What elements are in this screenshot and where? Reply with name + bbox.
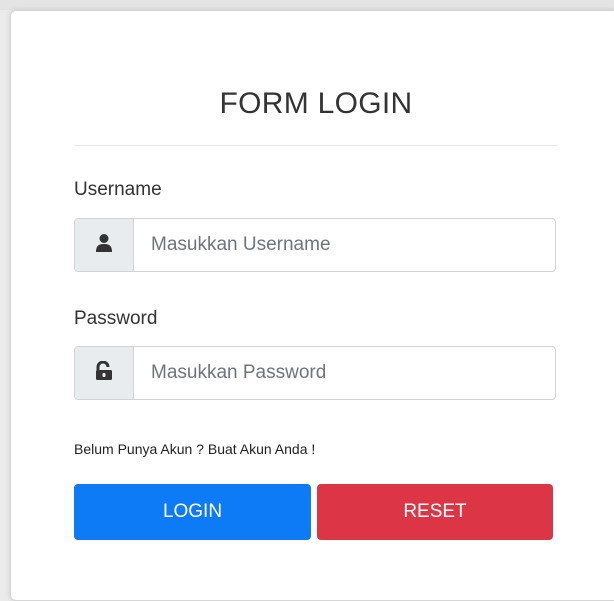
login-button[interactable]: LOGIN — [74, 484, 311, 540]
page-top-shade — [0, 0, 614, 10]
login-card: FORM LOGIN Username Password — [10, 10, 614, 601]
username-addon — [75, 219, 134, 271]
title-divider — [74, 145, 558, 146]
register-link[interactable]: Belum Punya Akun ? Buat Akun Anda ! — [74, 441, 315, 457]
user-icon — [95, 233, 113, 258]
password-input-group — [74, 346, 556, 400]
password-addon — [75, 347, 134, 399]
password-label: Password — [74, 308, 158, 329]
username-input[interactable] — [134, 219, 555, 271]
lock-icon — [95, 360, 113, 386]
username-input-group — [74, 218, 556, 272]
username-label: Username — [74, 179, 162, 200]
form-title: FORM LOGIN — [219, 87, 413, 120]
password-input[interactable] — [134, 347, 555, 399]
reset-button[interactable]: RESET — [317, 484, 553, 540]
